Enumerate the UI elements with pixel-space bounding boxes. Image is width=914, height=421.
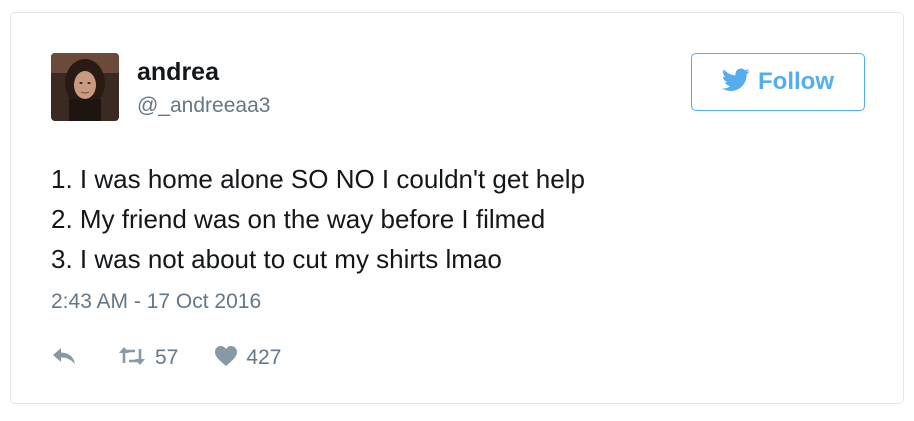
tweet-line: 3. I was not about to cut my shirts lmao bbox=[51, 244, 502, 274]
user-handle[interactable]: @_andreeaa3 bbox=[137, 93, 270, 119]
retweet-button[interactable]: 57 bbox=[117, 345, 178, 372]
avatar-image bbox=[51, 53, 119, 121]
tweet-text: 1. I was home alone SO NO I couldn't get… bbox=[51, 159, 871, 279]
twitter-bird-icon bbox=[722, 67, 750, 97]
reply-button[interactable] bbox=[51, 345, 77, 372]
retweet-count: 57 bbox=[155, 346, 179, 369]
tweet-card: andrea @_andreeaa3 Follow 1. I was home … bbox=[10, 12, 904, 404]
tweet-actions: 57 427 bbox=[51, 343, 281, 373]
display-name[interactable]: andrea bbox=[137, 57, 219, 87]
reply-icon bbox=[51, 345, 77, 372]
follow-label: Follow bbox=[758, 68, 834, 95]
retweet-icon bbox=[117, 345, 147, 372]
tweet-timestamp[interactable]: 2:43 AM - 17 Oct 2016 bbox=[51, 289, 261, 315]
avatar[interactable] bbox=[51, 53, 119, 121]
tweet-line: 1. I was home alone SO NO I couldn't get… bbox=[51, 164, 585, 194]
heart-icon bbox=[214, 345, 238, 372]
like-button[interactable]: 427 bbox=[214, 345, 281, 372]
like-count: 427 bbox=[246, 346, 282, 369]
follow-button[interactable]: Follow bbox=[691, 53, 865, 111]
tweet-line: 2. My friend was on the way before I fil… bbox=[51, 204, 546, 234]
